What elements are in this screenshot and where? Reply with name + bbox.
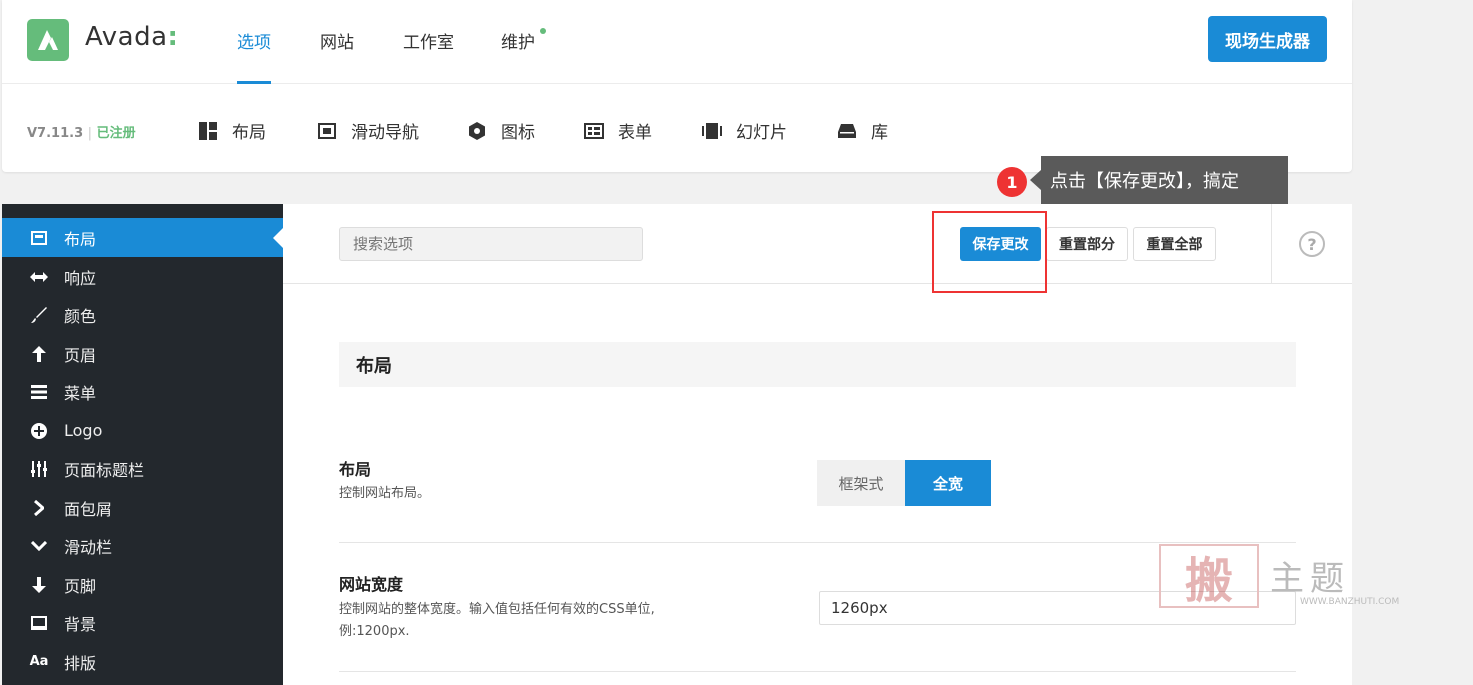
subnav-slides[interactable]: 幻灯片 (702, 118, 787, 143)
sidebar-item-footer[interactable]: 页脚 (2, 565, 283, 604)
option-divider (339, 671, 1296, 672)
subnav-forms[interactable]: 表单 (584, 118, 652, 143)
slider-nav-icon (317, 121, 337, 141)
sidebar-item-colors[interactable]: 颜色 (2, 295, 283, 334)
watermark-text: 主题 (1270, 559, 1350, 599)
layout-wide-option[interactable]: 全宽 (905, 460, 991, 506)
sidebar-item-layout[interactable]: 布局 (2, 218, 283, 257)
menu-icon (29, 384, 49, 399)
tab-options[interactable]: 选项 (237, 28, 271, 53)
top-header: Avada: 选项 网站 工作室 维护 现场生成器 V7.11.3 | 已注册 … (2, 0, 1352, 172)
layout-option-desc: 控制网站布局。 (339, 486, 431, 501)
sidebar-item-breadcrumbs[interactable]: 面包屑 (2, 488, 283, 527)
sidebar-item-responsive[interactable]: 响应 (2, 257, 283, 296)
plus-circle-icon (29, 422, 49, 439)
subnav-slider-nav[interactable]: 滑动导航 (317, 118, 419, 143)
live-builder-button[interactable]: 现场生成器 (1208, 16, 1327, 62)
sidebar-item-typography[interactable]: Aa 排版 (2, 642, 283, 681)
brush-icon (29, 306, 49, 323)
maintenance-status-dot (540, 28, 546, 34)
sidebar-item-sliding-bar[interactable]: 滑动栏 (2, 526, 283, 565)
subnav-library[interactable]: 库 (837, 118, 888, 143)
search-input[interactable] (339, 227, 643, 261)
layout-icon (198, 121, 218, 141)
arrow-down-icon (29, 576, 49, 593)
highlight-box (932, 211, 1047, 293)
tab-website[interactable]: 网站 (320, 28, 354, 53)
sidebar-item-page-title-bar[interactable]: 页面标题栏 (2, 449, 283, 488)
options-toolbar: 保存更改 重置部分 重置全部 ? (283, 204, 1352, 284)
tooltip-arrow (1030, 170, 1041, 190)
active-arrow (273, 228, 283, 248)
reset-section-button[interactable]: 重置部分 (1046, 227, 1128, 261)
step-badge: 1 (997, 167, 1027, 197)
annotation-tooltip: 点击【保存更改】，搞定 (1041, 156, 1288, 204)
layout-option-title: 布局 (339, 460, 372, 479)
sidebar-item-background[interactable]: 背景 (2, 603, 283, 642)
brand-name: Avada: (85, 22, 179, 52)
registered-status: 已注册 (96, 126, 136, 141)
site-width-desc: 控制网站的整体宽度。输入值包括任何有效的CSS单位, 例:1200px. (339, 602, 655, 639)
responsive-icon (29, 271, 49, 282)
subnav-layouts[interactable]: 布局 (198, 118, 266, 143)
watermark-url: WWW.BANZHUTI.COM (1300, 597, 1400, 607)
avada-logo-icon[interactable] (27, 19, 69, 61)
layout-boxed-option[interactable]: 框架式 (817, 460, 905, 506)
reset-all-button[interactable]: 重置全部 (1133, 227, 1216, 261)
arrow-up-icon (29, 345, 49, 362)
sidebar-item-header[interactable]: 页眉 (2, 334, 283, 373)
sidebar-item-logo[interactable]: Logo (2, 411, 283, 450)
typography-icon: Aa (29, 654, 49, 669)
tab-studio[interactable]: 工作室 (403, 28, 454, 53)
option-divider (339, 542, 1296, 543)
section-title: 布局 (339, 342, 1296, 387)
library-icon (837, 121, 857, 141)
sliders-icon (29, 460, 49, 477)
active-tab-indicator (237, 81, 271, 84)
tab-maintenance[interactable]: 维护 (501, 28, 535, 53)
layout-icon (29, 230, 49, 245)
monitor-icon (29, 615, 49, 630)
watermark-stamp: 搬 (1159, 544, 1259, 609)
watermark-seal: 搬 (1159, 544, 1259, 609)
layout-toggle: 框架式 全宽 (817, 460, 991, 506)
forms-icon (584, 121, 604, 141)
main-nav-bar: Avada: 选项 网站 工作室 维护 现场生成器 (2, 0, 1352, 84)
site-width-title: 网站宽度 (339, 575, 404, 594)
slides-icon (702, 121, 722, 141)
chevron-right-icon (29, 499, 49, 516)
options-panel: 保存更改 重置部分 重置全部 ? 布局 布局 控制网站布局。 框架式 全宽 网站… (283, 204, 1352, 685)
sidebar-item-menu[interactable]: 菜单 (2, 372, 283, 411)
icons-icon (467, 121, 487, 141)
help-icon[interactable]: ? (1299, 231, 1325, 257)
options-sidebar: 布局 响应 颜色 页眉 菜单 Logo 页面标题栏 面包屑 滑动栏 页脚 背景 (2, 204, 283, 685)
subnav-icons[interactable]: 图标 (467, 118, 535, 143)
chevron-down-icon (29, 540, 49, 551)
version-info: V7.11.3 | 已注册 (27, 126, 136, 141)
toolbar-divider (1271, 204, 1272, 284)
